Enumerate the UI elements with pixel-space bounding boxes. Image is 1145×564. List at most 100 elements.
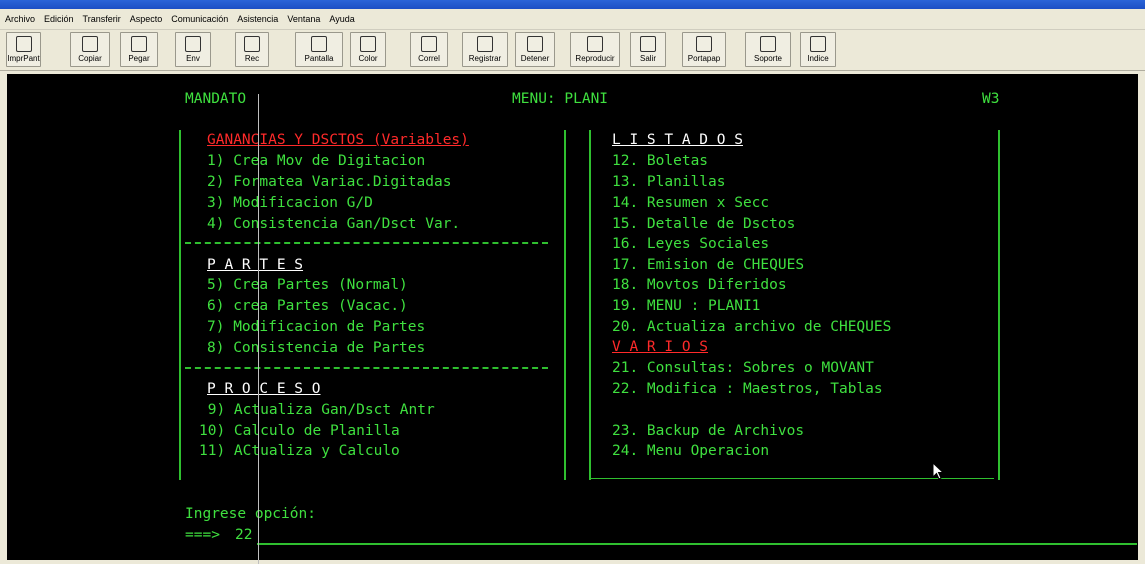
menu-option-16: 16. Leyes Sociales — [612, 236, 770, 252]
toolbar-button-label: Color — [358, 54, 378, 63]
menu-bar: Archivo Edición Transferir Aspecto Comunicac… — [0, 9, 1145, 30]
toolbar-button-soporte[interactable]: Soporte — [745, 32, 791, 67]
prompt-label: Ingrese opción: — [185, 506, 316, 522]
command-input[interactable]: 22 — [235, 526, 252, 544]
menu-option-3: 3) Modificacion G/D — [207, 195, 373, 211]
toolbar-button-label: Registrar — [468, 54, 502, 63]
section-listados-title: L I S T A D O S — [612, 132, 743, 148]
menu-option-14: 14. Resumen x Secc — [612, 195, 770, 211]
menu-option-18: 18. Movtos Diferidos — [612, 277, 787, 293]
header-screen-code: W3 — [982, 91, 1000, 107]
toolbar-button-label: Indice — [807, 54, 829, 63]
right-box-left-border — [589, 130, 591, 480]
menu-ventana[interactable]: Ventana — [287, 14, 320, 24]
clipboard-icon — [696, 36, 712, 52]
menu-option-5: 5) Crea Partes (Normal) — [207, 277, 408, 293]
toolbar-button-detener[interactable]: Detener — [515, 32, 555, 67]
globe-icon — [760, 36, 776, 52]
section-varios-title: V A R I O S — [612, 339, 709, 355]
correl-icon — [421, 36, 437, 52]
toolbar-button-label: Pegar — [128, 54, 150, 63]
toolbar-button-env[interactable]: Env — [175, 32, 211, 67]
print-icon — [15, 36, 32, 52]
color-icon — [360, 36, 376, 52]
menu-option-17: 17. Emision de CHEQUES — [612, 257, 805, 273]
menu-option-21: 21. Consultas: Sobres o MOVANT — [612, 360, 874, 376]
menu-option-13: 13. Planillas — [612, 174, 726, 190]
menu-option-10: 10) Calculo de Planilla — [199, 423, 400, 439]
separator-1 — [185, 242, 548, 244]
toolbar-button-label: Soporte — [753, 54, 783, 63]
prompt-arrow: ===> — [185, 527, 220, 543]
exit-icon — [640, 36, 656, 52]
section-ganancias-title: GANANCIAS Y DSCTOS (Variables) — [207, 132, 469, 148]
toolbar-button-label: Correl — [418, 54, 440, 63]
book-icon — [810, 36, 826, 52]
stop-icon — [527, 36, 543, 52]
toolbar-button-label: Copiar — [78, 54, 102, 63]
menu-asistencia[interactable]: Asistencia — [237, 14, 278, 24]
toolbar-button-imprpant[interactable]: ImprPant — [6, 32, 41, 67]
menu-edicin[interactable]: Edición — [44, 14, 74, 24]
menu-option-6: 6) crea Partes (Vacac.) — [207, 298, 408, 314]
record-icon — [477, 36, 493, 52]
menu-ayuda[interactable]: Ayuda — [329, 14, 354, 24]
menu-option-12: 12. Boletas — [612, 153, 709, 169]
toolbar-button-label: Salir — [639, 54, 656, 63]
screen-icon — [311, 36, 327, 52]
paste-icon — [131, 36, 147, 52]
menu-aspecto[interactable]: Aspecto — [130, 14, 163, 24]
toolbar-button-label: Pantalla — [304, 54, 334, 63]
terminal-screen[interactable]: MANDATO MENU: PLANI W3 GANANCIAS Y DSCTO… — [7, 74, 1138, 564]
menu-option-22: 22. Modifica : Maestros, Tablas — [612, 381, 883, 397]
toolbar-button-pantalla[interactable]: Pantalla — [295, 32, 343, 67]
header-menu-title: MENU: PLANI — [512, 91, 609, 107]
toolbar-button-portapap[interactable]: Portapap — [682, 32, 726, 67]
toolbar-button-salir[interactable]: Salir — [630, 32, 666, 67]
toolbar-button-label: Detener — [520, 54, 550, 63]
left-box-left-border — [179, 130, 181, 480]
menu-option-15: 15. Detalle de Dsctos — [612, 216, 796, 232]
menu-option-4: 4) Consistencia Gan/Dsct Var. — [207, 216, 461, 232]
toolbar-button-label: Portapap — [687, 54, 721, 63]
toolbar-button-correl[interactable]: Correl — [410, 32, 448, 67]
toolbar-button-registrar[interactable]: Registrar — [462, 32, 508, 67]
menu-option-23: 23. Backup de Archivos — [612, 423, 805, 439]
toolbar-button-copiar[interactable]: Copiar — [70, 32, 110, 67]
crosshair-cursor-line — [258, 94, 259, 564]
window-title-bar — [0, 0, 1145, 9]
copy-icon — [82, 36, 98, 52]
menu-option-1: 1) Crea Mov de Digitacion — [207, 153, 426, 169]
toolbar-button-label: Reproducir — [575, 54, 615, 63]
menu-option-2: 2) Formatea Variac.Digitadas — [207, 174, 452, 190]
toolbar-button-pegar[interactable]: Pegar — [120, 32, 158, 67]
header-mandato: MANDATO — [185, 91, 247, 107]
menu-option-11: 11) ACtualiza y Calculo — [199, 443, 400, 459]
input-underline — [257, 543, 1137, 545]
menu-archivo[interactable]: Archivo — [5, 14, 35, 24]
menu-transferir[interactable]: Transferir — [83, 14, 121, 24]
toolbar-button-label: Env — [186, 54, 200, 63]
menu-comunicacin[interactable]: Comunicación — [171, 14, 228, 24]
left-box-right-border — [564, 130, 566, 480]
toolbar-button-indice[interactable]: Indice — [800, 32, 836, 67]
menu-option-19: 19. MENU : PLANI1 — [612, 298, 761, 314]
receive-icon — [244, 36, 260, 52]
right-box-right-border — [998, 130, 1000, 480]
toolbar: ImprPant Copiar Pegar Env Rec Pantalla Color Co… — [0, 30, 1145, 71]
section-partes-title: P A R T E S — [207, 257, 304, 273]
section-proceso-title: P R O C E S O — [207, 381, 321, 397]
toolbar-button-color[interactable]: Color — [350, 32, 386, 67]
mouse-pointer-icon — [932, 462, 945, 480]
play-icon — [587, 36, 603, 52]
menu-option-20: 20. Actualiza archivo de CHEQUES — [612, 319, 892, 335]
toolbar-button-reproducir[interactable]: Reproducir — [570, 32, 620, 67]
separator-2 — [185, 367, 548, 369]
menu-option-24: 24. Menu Operacion — [612, 443, 770, 459]
toolbar-button-label: ImprPant — [7, 54, 40, 63]
send-icon — [185, 36, 201, 52]
menu-option-7: 7) Modificacion de Partes — [207, 319, 426, 335]
toolbar-button-label: Rec — [244, 54, 260, 63]
toolbar-button-rec[interactable]: Rec — [235, 32, 269, 67]
menu-option-8: 8) Consistencia de Partes — [207, 340, 426, 356]
